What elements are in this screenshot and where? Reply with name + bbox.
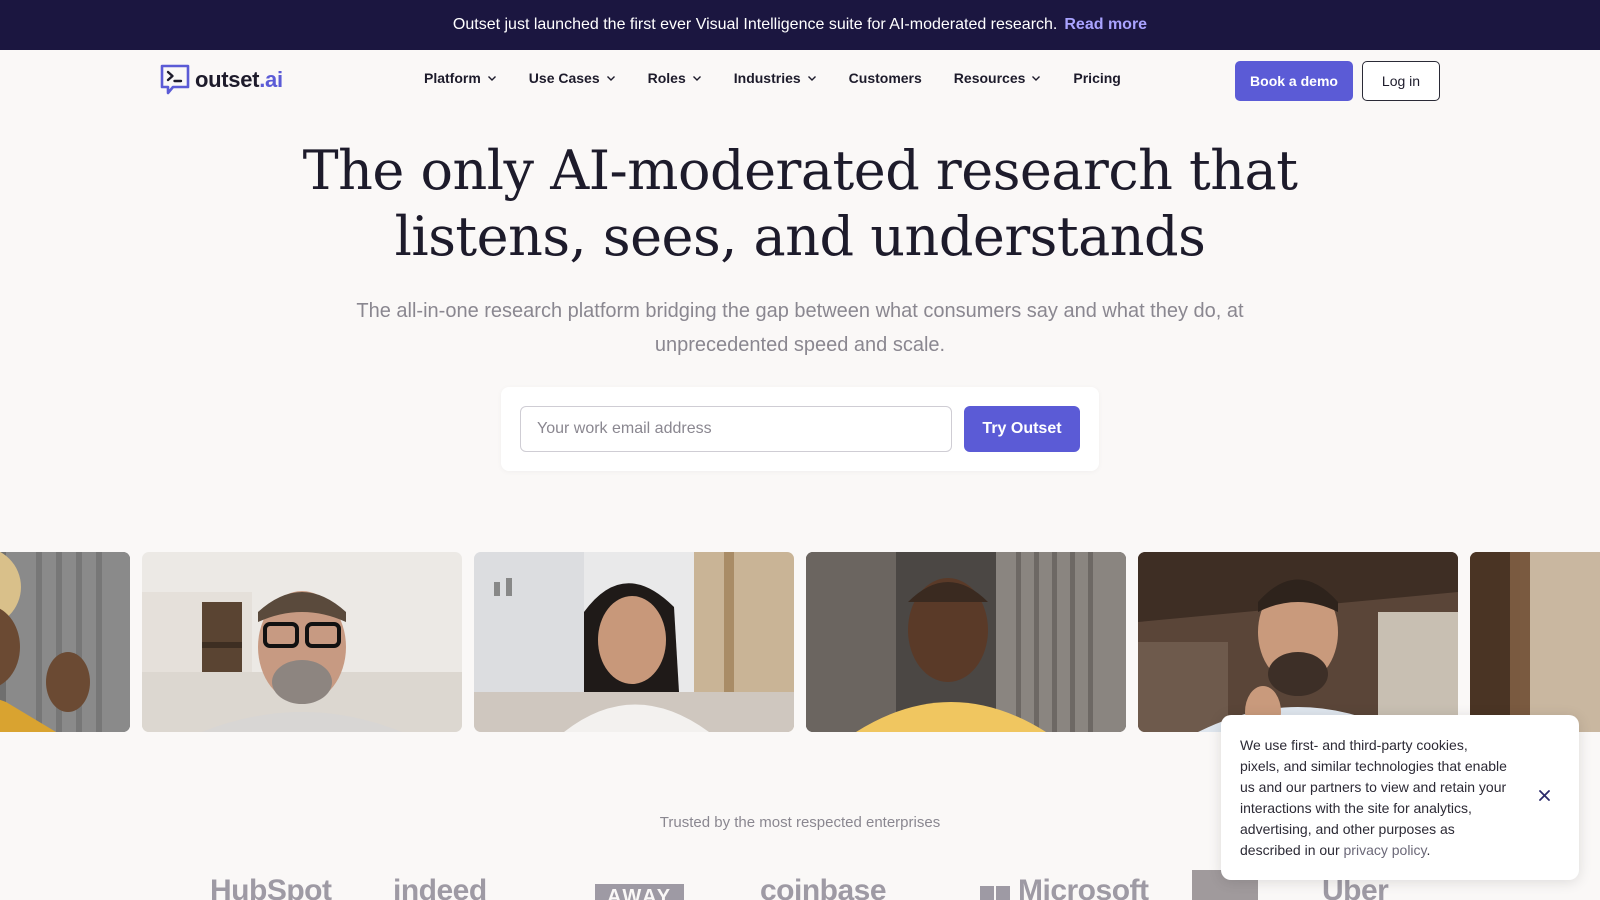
work-email-input[interactable] xyxy=(520,406,952,452)
video-thumbnail[interactable] xyxy=(1470,552,1600,732)
microsoft-icon xyxy=(980,886,1010,900)
top-nav: outset.ai Platform Use Cases Roles Indus… xyxy=(0,50,1600,112)
announcement-bar: Outset just launched the first ever Visu… xyxy=(0,0,1600,50)
signup-form: Try Outset xyxy=(501,387,1099,471)
video-thumbnail[interactable] xyxy=(474,552,794,732)
privacy-policy-link[interactable]: privacy policy xyxy=(1344,842,1427,858)
cookie-consent-banner: We use first- and third-party cookies, p… xyxy=(1221,715,1579,880)
book-demo-button[interactable]: Book a demo xyxy=(1235,61,1353,101)
indeed-logo: indeed xyxy=(393,874,487,900)
close-icon[interactable] xyxy=(1532,783,1556,807)
video-thumbnail[interactable] xyxy=(1138,552,1458,732)
hubspot-logo: HubSpot xyxy=(210,874,332,900)
nav-item-platform[interactable]: Platform xyxy=(424,70,497,86)
chevron-down-icon xyxy=(807,73,817,83)
chevron-down-icon xyxy=(606,73,616,83)
nav-item-pricing[interactable]: Pricing xyxy=(1073,70,1120,86)
chat-bubble-logo-icon xyxy=(160,64,190,95)
chevron-down-icon xyxy=(692,73,702,83)
nav-item-industries[interactable]: Industries xyxy=(734,70,817,86)
try-outset-button[interactable]: Try Outset xyxy=(964,406,1080,452)
video-thumbnail[interactable] xyxy=(142,552,462,732)
video-thumbnail[interactable] xyxy=(0,552,130,732)
hero-title-line-1: The only AI-moderated research that xyxy=(302,139,1298,202)
hero-title: The only AI-moderated research that list… xyxy=(0,138,1600,270)
cookie-text: We use first- and third-party cookies, p… xyxy=(1240,737,1507,858)
chevron-down-icon xyxy=(1031,73,1041,83)
nav-item-use-cases[interactable]: Use Cases xyxy=(529,70,616,86)
nav-item-customers[interactable]: Customers xyxy=(849,70,922,86)
interview-video-strip xyxy=(0,552,1600,732)
nav-item-roles[interactable]: Roles xyxy=(648,70,702,86)
announcement-text: Outset just launched the first ever Visu… xyxy=(452,16,1058,33)
away-logo: AWAY xyxy=(595,884,685,900)
hero-title-line-2: listens, sees, and understands xyxy=(394,205,1206,268)
outset-logo[interactable]: outset.ai xyxy=(159,63,283,97)
main-menu: Platform Use Cases Roles Industries Cust… xyxy=(424,70,1153,86)
microsoft-logo: Microsoft xyxy=(1018,874,1149,900)
logo-wordmark: outset.ai xyxy=(195,67,283,92)
nav-item-resources[interactable]: Resources xyxy=(954,70,1042,86)
coinbase-logo: coinbase xyxy=(760,874,887,900)
chevron-down-icon xyxy=(487,73,497,83)
video-thumbnail[interactable] xyxy=(806,552,1126,732)
read-more-link[interactable]: Read more xyxy=(1064,16,1147,34)
hero-subtitle: The all-in-one research platform bridgin… xyxy=(356,300,1244,356)
login-button[interactable]: Log in xyxy=(1362,61,1440,101)
